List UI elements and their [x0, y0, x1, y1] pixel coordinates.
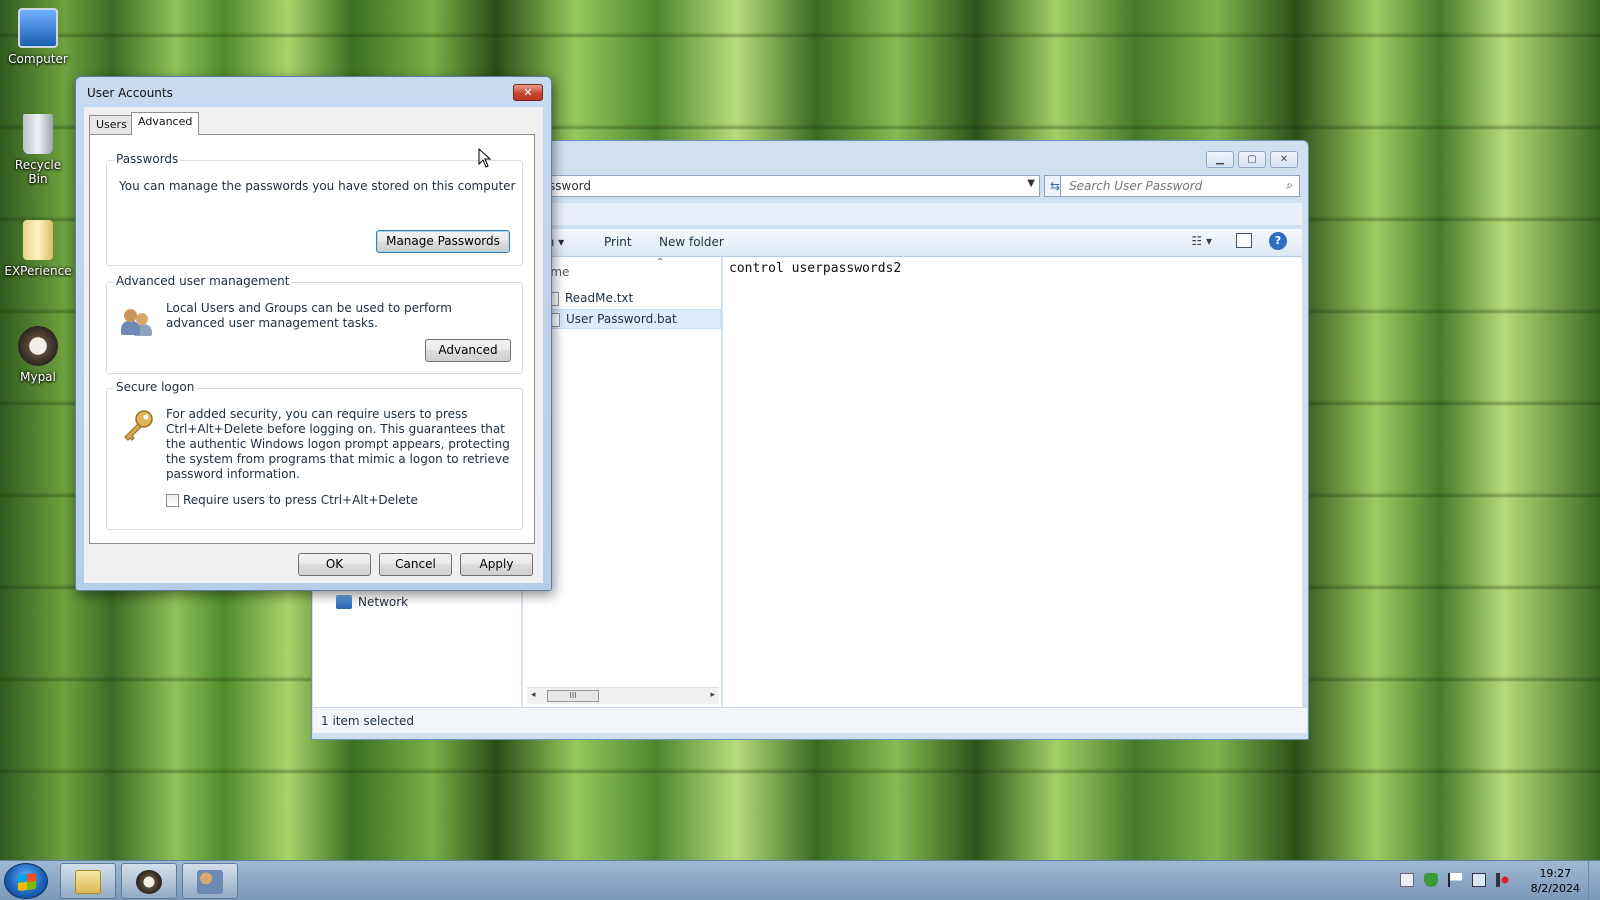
- file-name: ReadMe.txt: [565, 291, 634, 305]
- close-icon: ✕: [523, 86, 533, 99]
- passwords-description: You can manage the passwords you have st…: [119, 179, 516, 193]
- search-input[interactable]: Search User Password ⌕: [1060, 175, 1300, 197]
- apply-button[interactable]: Apply: [460, 553, 533, 576]
- search-placeholder: Search User Password: [1069, 179, 1203, 193]
- dialog-body: Users Advanced Passwords You can manage …: [84, 107, 543, 583]
- volume-muted-icon[interactable]: [1496, 873, 1510, 887]
- file-name: User Password.bat: [566, 312, 677, 326]
- action-center-flag-icon[interactable]: [1448, 873, 1462, 887]
- new-folder-button[interactable]: New folder: [659, 235, 724, 249]
- search-icon[interactable]: ⌕: [1286, 178, 1293, 193]
- advanced-user-management-group: Advanced user management Local Users and…: [106, 274, 523, 374]
- tab-advanced[interactable]: Advanced: [131, 112, 200, 135]
- show-desktop-button[interactable]: [1588, 861, 1600, 900]
- mypal-browser-icon: [18, 326, 58, 366]
- nav-item-label: Network: [358, 595, 409, 609]
- require-ctrl-alt-delete-checkbox[interactable]: [166, 494, 179, 507]
- recycle-bin-icon: [23, 114, 53, 154]
- nav-item-network[interactable]: Network: [336, 595, 408, 609]
- clock-date: 8/2/2024: [1530, 882, 1580, 895]
- taskbar: 19:27 8/2/2024: [0, 860, 1600, 900]
- dialog-title: User Accounts: [87, 86, 173, 100]
- desktop-icon-label: Recycle Bin: [14, 158, 62, 186]
- key-icon: [124, 410, 153, 441]
- desktop-icon-experience[interactable]: EXPerience: [4, 220, 72, 278]
- tab-users[interactable]: Users: [89, 115, 134, 134]
- desktop-icon-mypal[interactable]: Mypal: [4, 326, 72, 384]
- system-tray: [1400, 873, 1510, 887]
- tab-panel-advanced: Passwords You can manage the passwords y…: [89, 134, 535, 544]
- desktop-icon-label: EXPerience: [4, 264, 72, 278]
- close-button[interactable]: ✕: [1270, 151, 1298, 168]
- network-icon[interactable]: [1472, 873, 1486, 887]
- preview-pane-icon[interactable]: [1236, 233, 1252, 248]
- maximize-button[interactable]: ▢: [1238, 151, 1266, 168]
- network-icon: [336, 595, 352, 609]
- mouse-cursor-icon: [478, 148, 492, 168]
- system-clock[interactable]: 19:27 8/2/2024: [1531, 866, 1580, 896]
- menu-bar: [542, 203, 1302, 225]
- window-controls: ▁ ▢ ✕: [1206, 151, 1298, 168]
- folder-icon: [23, 220, 53, 260]
- minimize-button[interactable]: ▁: [1206, 151, 1234, 168]
- command-toolbar: th ▾ Print New folder ☷ ▾ ?: [542, 229, 1302, 257]
- start-button[interactable]: [4, 863, 48, 899]
- file-list: ame ⌃ ReadMe.txt User Password.bat: [522, 257, 722, 707]
- preview-pane: control userpasswords2: [723, 257, 1302, 707]
- desktop-icon-recycle-bin[interactable]: Recycle Bin: [4, 114, 72, 186]
- advanced-button[interactable]: Advanced: [425, 339, 511, 362]
- group-heading: Advanced user management: [114, 274, 292, 288]
- taskbar-app-user-accounts[interactable]: [182, 863, 238, 899]
- secure-logon-description: For added security, you can require user…: [166, 407, 510, 481]
- clock-time: 19:27: [1539, 867, 1572, 880]
- advanced-management-description: Local Users and Groups can be used to pe…: [166, 301, 452, 330]
- taskbar-app-mypal[interactable]: [121, 863, 177, 899]
- taskbar-app-explorer[interactable]: [60, 863, 116, 899]
- address-bar[interactable]: ssword ▼: [542, 175, 1040, 197]
- view-options-icon[interactable]: ☷ ▾: [1191, 234, 1212, 248]
- status-bar: 1 item selected: [313, 707, 1307, 733]
- notes-icon[interactable]: [1400, 873, 1414, 887]
- computer-icon: [18, 8, 58, 48]
- security-shield-icon[interactable]: [1424, 873, 1438, 887]
- list-item-selected[interactable]: User Password.bat: [543, 309, 721, 329]
- horizontal-scrollbar[interactable]: ◂ III ▸: [527, 687, 719, 704]
- print-button[interactable]: Print: [604, 235, 632, 249]
- cancel-button[interactable]: Cancel: [379, 553, 452, 576]
- preview-text: control userpasswords2: [729, 261, 902, 276]
- scroll-right-icon[interactable]: ▸: [710, 690, 715, 700]
- chevron-down-icon[interactable]: ▼: [1027, 178, 1035, 189]
- passwords-group: Passwords You can manage the passwords y…: [106, 152, 523, 266]
- ok-button[interactable]: OK: [298, 553, 371, 576]
- scroll-left-icon[interactable]: ◂: [531, 690, 536, 700]
- checkbox-label[interactable]: Require users to press Ctrl+Alt+Delete: [183, 493, 418, 508]
- desktop-icon-label: Mypal: [20, 370, 56, 384]
- users-icon: [121, 307, 153, 337]
- address-text: ssword: [549, 179, 591, 193]
- desktop-icon-computer[interactable]: Computer: [4, 8, 72, 66]
- manage-passwords-button[interactable]: Manage Passwords: [376, 230, 510, 253]
- user-accounts-icon: [197, 870, 223, 894]
- group-heading: Secure logon: [114, 380, 197, 394]
- mypal-browser-icon: [136, 870, 162, 894]
- list-item[interactable]: ReadMe.txt: [543, 289, 721, 309]
- scroll-thumb[interactable]: III: [547, 690, 599, 702]
- windows-explorer-icon: [75, 870, 101, 894]
- sort-up-icon: ⌃: [656, 257, 665, 268]
- desktop-icon-label: Computer: [8, 52, 68, 66]
- secure-logon-group: Secure logon For added security, you can…: [106, 380, 523, 530]
- group-heading: Passwords: [114, 152, 181, 166]
- windows-logo-icon: [18, 873, 36, 891]
- close-button[interactable]: ✕: [513, 84, 543, 101]
- status-text: 1 item selected: [321, 714, 415, 728]
- help-icon[interactable]: ?: [1269, 232, 1287, 250]
